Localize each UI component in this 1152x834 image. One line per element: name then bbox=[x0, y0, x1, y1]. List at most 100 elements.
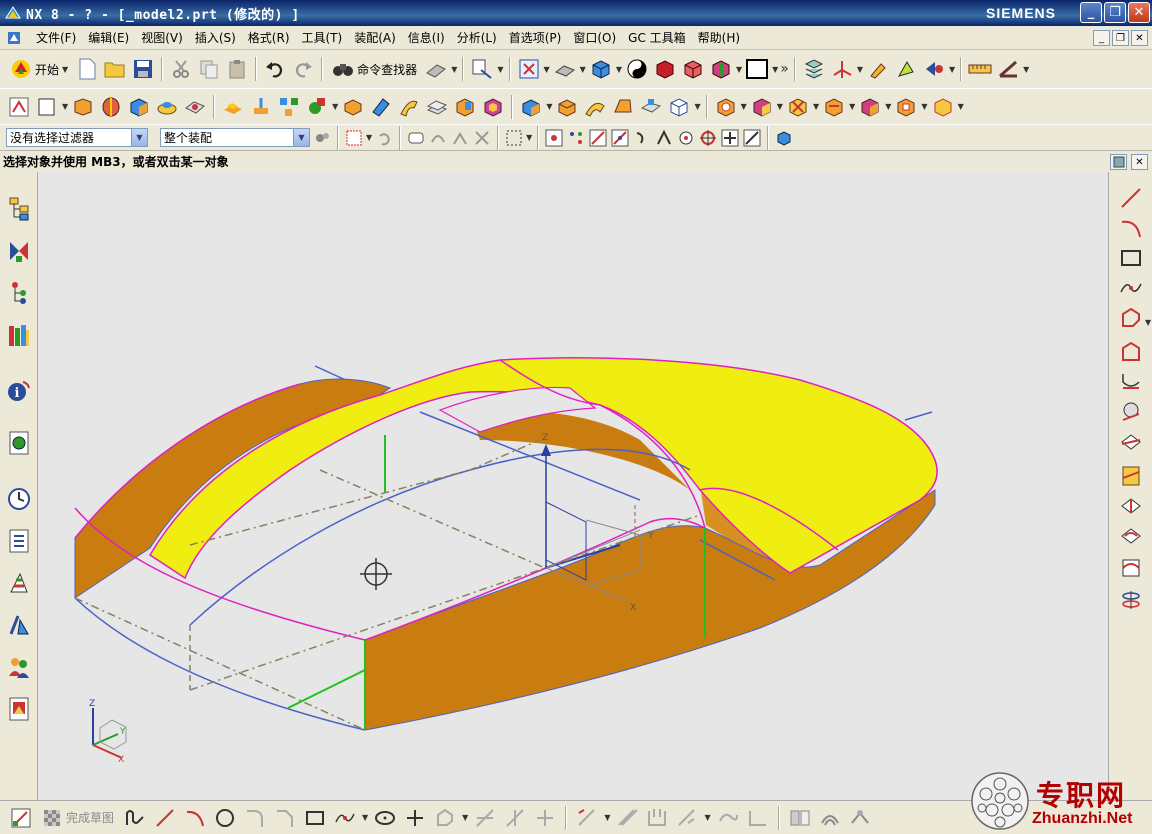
new-file-button[interactable] bbox=[74, 55, 100, 83]
alternate-solution-button[interactable] bbox=[715, 805, 741, 831]
wireframe-cube-button[interactable] bbox=[666, 93, 692, 121]
menu-assemblies[interactable]: 装配(A) bbox=[348, 29, 402, 46]
split-body-button[interactable] bbox=[368, 93, 394, 121]
chevron-down-icon[interactable]: ▼ bbox=[741, 102, 747, 111]
finish-sketch-button[interactable]: 完成草图 bbox=[38, 808, 118, 828]
assembly-navigator-button[interactable] bbox=[801, 55, 827, 83]
snap-on-face-button[interactable] bbox=[774, 128, 794, 148]
chevron-down-icon[interactable]: ▼ bbox=[704, 813, 710, 822]
document-menu-icon[interactable] bbox=[6, 30, 22, 46]
project-curve-button[interactable] bbox=[1117, 398, 1145, 426]
chevron-down-icon[interactable]: ▼ bbox=[451, 65, 457, 74]
menu-window[interactable]: 窗口(O) bbox=[567, 29, 622, 46]
shell-button[interactable] bbox=[480, 93, 506, 121]
offset-sketch-curve-button[interactable] bbox=[817, 805, 843, 831]
trim-body-button[interactable] bbox=[340, 93, 366, 121]
emboss-button[interactable] bbox=[248, 93, 274, 121]
sketch-circle-button[interactable] bbox=[212, 805, 238, 831]
reuse-library-tab[interactable] bbox=[5, 320, 33, 350]
selection-scope-select[interactable]: 整个装配 ▼ bbox=[160, 128, 310, 147]
command-finder-button[interactable]: 命令查找器 bbox=[328, 60, 421, 78]
reset-filter-button[interactable] bbox=[374, 128, 394, 148]
menu-tools[interactable]: 工具(T) bbox=[296, 29, 349, 46]
cut-button[interactable] bbox=[168, 55, 194, 83]
polygon-button[interactable] bbox=[1117, 304, 1145, 332]
extrude-button[interactable] bbox=[70, 93, 96, 121]
sweep-button[interactable] bbox=[396, 93, 422, 121]
info-button[interactable] bbox=[469, 55, 495, 83]
system-materials-tab[interactable] bbox=[5, 526, 33, 556]
sketch-button[interactable] bbox=[6, 93, 32, 121]
pocket-button[interactable] bbox=[182, 93, 208, 121]
chevron-down-icon[interactable]: ▼ bbox=[849, 102, 855, 111]
pad-button[interactable] bbox=[220, 93, 246, 121]
chevron-down-icon[interactable]: ▼ bbox=[366, 133, 372, 142]
start-button[interactable]: 开始 ▼ bbox=[6, 58, 72, 80]
quick-extend-button[interactable] bbox=[502, 805, 528, 831]
copy-face-button[interactable] bbox=[930, 93, 956, 121]
rectangle-button[interactable] bbox=[1117, 244, 1145, 272]
draft-button[interactable] bbox=[610, 93, 636, 121]
mirror-curve-button[interactable] bbox=[787, 805, 813, 831]
chevron-down-icon[interactable]: ▼ bbox=[526, 133, 532, 142]
cue-close-button[interactable]: ✕ bbox=[1131, 154, 1148, 170]
full-screen-button[interactable] bbox=[1110, 154, 1127, 170]
wcs-button[interactable] bbox=[829, 55, 855, 83]
chevron-down-icon[interactable]: ▼ bbox=[497, 65, 503, 74]
menu-analysis[interactable]: 分析(L) bbox=[451, 29, 503, 46]
snap-button[interactable] bbox=[921, 55, 947, 83]
chamfer-button[interactable] bbox=[554, 93, 580, 121]
menu-help[interactable]: 帮助(H) bbox=[692, 29, 746, 46]
layer-button[interactable] bbox=[744, 55, 770, 83]
graphics-window[interactable]: Z Y X Z Y X bbox=[38, 172, 1108, 800]
menu-gc-toolkit[interactable]: GC 工具箱 bbox=[622, 29, 692, 46]
hd3d-tools-tab[interactable]: i bbox=[5, 376, 33, 406]
open-button[interactable] bbox=[102, 55, 128, 83]
render-style-button[interactable] bbox=[588, 55, 614, 83]
roles-tab[interactable] bbox=[5, 652, 33, 682]
chevron-down-icon[interactable]: ▼ bbox=[332, 102, 338, 111]
sketch-rectangle-button[interactable] bbox=[302, 805, 328, 831]
auto-constrain-button[interactable] bbox=[644, 805, 670, 831]
chevron-down-icon[interactable]: ▼ bbox=[62, 102, 68, 111]
chevron-down-icon[interactable]: ▼ bbox=[694, 102, 700, 111]
copy-button[interactable] bbox=[196, 55, 222, 83]
helix-button[interactable] bbox=[1117, 586, 1145, 614]
connect-curve-button[interactable] bbox=[428, 128, 448, 148]
selection-button[interactable] bbox=[423, 55, 449, 83]
snap-midpoint-button[interactable] bbox=[610, 128, 630, 148]
process-studio-tab[interactable] bbox=[5, 568, 33, 598]
section-curve-button[interactable] bbox=[1117, 462, 1145, 490]
undo-button[interactable] bbox=[262, 55, 288, 83]
chevron-down-icon[interactable]: ▼ bbox=[362, 813, 368, 822]
replace-face-button[interactable] bbox=[713, 93, 739, 121]
chevron-down-icon[interactable]: ▼ bbox=[462, 813, 468, 822]
nx-app-icon[interactable] bbox=[4, 4, 22, 22]
feature-select-button[interactable] bbox=[406, 128, 426, 148]
menu-information[interactable]: 信息(I) bbox=[402, 29, 451, 46]
measure-distance-button[interactable] bbox=[967, 55, 993, 83]
model-view[interactable]: Z Y X Z Y X bbox=[38, 172, 1108, 800]
edit-section-button[interactable] bbox=[708, 55, 734, 83]
chevron-down-icon[interactable]: ▼ bbox=[546, 102, 552, 111]
show-constraints-button[interactable] bbox=[674, 805, 700, 831]
pattern-button[interactable] bbox=[276, 93, 302, 121]
boss-button[interactable] bbox=[154, 93, 180, 121]
snap-point-button[interactable] bbox=[566, 128, 586, 148]
doc-restore-button[interactable]: ❐ bbox=[1112, 30, 1129, 46]
type-filter-select[interactable]: 没有选择过滤器 ▼ bbox=[6, 128, 148, 147]
rectangle-select-button[interactable] bbox=[504, 128, 524, 148]
constraints-button[interactable] bbox=[614, 805, 640, 831]
manufacturing-wizards-tab[interactable] bbox=[5, 610, 33, 640]
move-face-button[interactable] bbox=[749, 93, 775, 121]
make-corner-button[interactable] bbox=[532, 805, 558, 831]
sketch-ellipse-button[interactable] bbox=[372, 805, 398, 831]
mirror-button[interactable] bbox=[638, 93, 664, 121]
chevron-down-icon[interactable]: ▼ bbox=[777, 102, 783, 111]
offset-region-button[interactable] bbox=[857, 93, 883, 121]
chevron-down-icon[interactable]: ▼ bbox=[885, 102, 891, 111]
snap-quadrant-button[interactable] bbox=[698, 128, 718, 148]
transform-button[interactable] bbox=[893, 55, 919, 83]
redo-button[interactable] bbox=[290, 55, 316, 83]
part-navigator-tab[interactable] bbox=[5, 278, 33, 308]
